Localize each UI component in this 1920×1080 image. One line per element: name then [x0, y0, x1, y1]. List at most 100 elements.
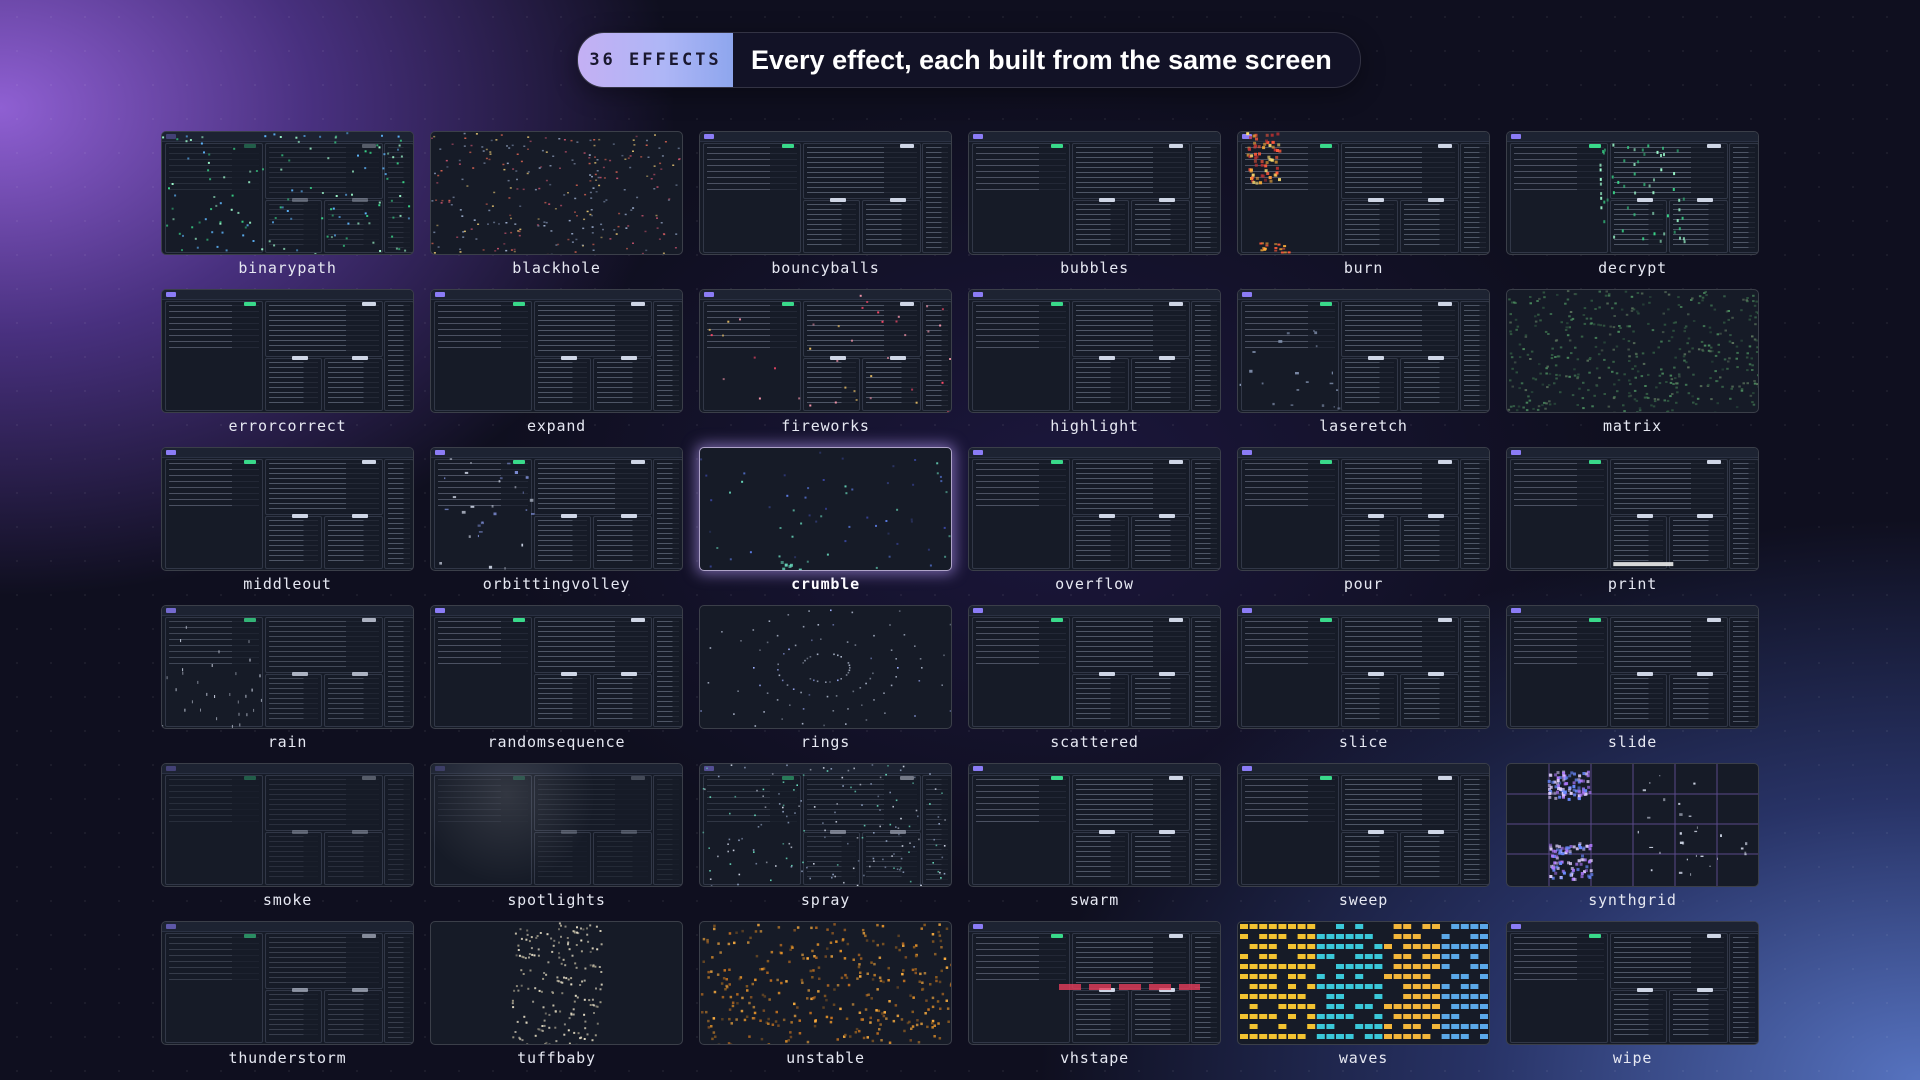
effect-preview-binarypath[interactable]	[161, 131, 414, 255]
effect-particle	[949, 623, 951, 626]
effect-tile-bubbles[interactable]: bubbles	[968, 131, 1221, 289]
effect-particle	[1678, 871, 1683, 874]
effect-preview-fireworks[interactable]	[699, 289, 952, 413]
wave-block	[1412, 1014, 1421, 1019]
effect-particle	[836, 984, 840, 987]
screen-accent	[1242, 292, 1252, 297]
effect-preview-burn[interactable]	[1237, 131, 1490, 255]
effect-particle	[1530, 350, 1534, 353]
effect-particle	[1753, 382, 1757, 385]
effect-tile-pour[interactable]: pour	[1237, 447, 1490, 605]
effect-particle	[1556, 771, 1560, 775]
effect-tile-sweep[interactable]: sweep	[1237, 763, 1490, 921]
effect-preview-errorcorrect[interactable]	[161, 289, 414, 413]
effect-tile-crumble[interactable]: crumble	[699, 447, 952, 605]
effect-particle	[859, 975, 862, 978]
effect-tile-spotlights[interactable]: spotlights	[430, 763, 683, 921]
effect-tile-thunderstorm[interactable]: thunderstorm	[161, 921, 414, 1079]
effect-preview-pour[interactable]	[1237, 447, 1490, 571]
effect-preview-slice[interactable]	[1237, 605, 1490, 729]
effect-preview-rings[interactable]	[699, 605, 952, 729]
effect-preview-highlight[interactable]	[968, 289, 1221, 413]
effect-preview-decrypt[interactable]	[1506, 131, 1759, 255]
effect-preview-synthgrid[interactable]	[1506, 763, 1759, 887]
effect-tile-tuffbaby[interactable]: tuffbaby	[430, 921, 683, 1079]
effect-tile-swarm[interactable]: swarm	[968, 763, 1221, 921]
effect-particle	[1751, 335, 1754, 338]
effect-preview-matrix[interactable]	[1506, 289, 1759, 413]
effect-tile-unstable[interactable]: unstable	[699, 921, 952, 1079]
effect-particle	[940, 946, 943, 949]
effect-particle	[570, 1012, 573, 1015]
screen-accent	[621, 830, 637, 834]
effect-preview-middleout[interactable]	[161, 447, 414, 571]
effect-tile-randomsequence[interactable]: randomsequence	[430, 605, 683, 763]
effect-preview-waves[interactable]	[1237, 921, 1490, 1045]
screen-pane-b2	[324, 358, 383, 411]
effect-preview-bubbles[interactable]	[968, 131, 1221, 255]
effect-particle	[931, 1019, 935, 1023]
effect-tile-waves[interactable]: waves	[1237, 921, 1490, 1079]
effect-tile-orbittingvolley[interactable]: orbittingvolley	[430, 447, 683, 605]
effect-tile-slice[interactable]: slice	[1237, 605, 1490, 763]
effect-preview-vhstape[interactable]	[968, 921, 1221, 1045]
effect-preview-scattered[interactable]	[968, 605, 1221, 729]
effect-preview-overflow[interactable]	[968, 447, 1221, 571]
effect-tile-middleout[interactable]: middleout	[161, 447, 414, 605]
effect-tile-burn[interactable]: burn	[1237, 131, 1490, 289]
effect-tile-binarypath[interactable]: binarypath	[161, 131, 414, 289]
effect-tile-synthgrid[interactable]: synthgrid	[1506, 763, 1759, 921]
effect-tile-slide[interactable]: slide	[1506, 605, 1759, 763]
effect-tile-decrypt[interactable]: decrypt	[1506, 131, 1759, 289]
effect-preview-tuffbaby[interactable]	[430, 921, 683, 1045]
effect-tile-wipe[interactable]: wipe	[1506, 921, 1759, 1079]
effect-preview-unstable[interactable]	[699, 921, 952, 1045]
effect-preview-crumble[interactable]	[699, 447, 952, 571]
effect-preview-print[interactable]	[1506, 447, 1759, 571]
effect-preview-wipe[interactable]	[1506, 921, 1759, 1045]
effect-tile-highlight[interactable]: highlight	[968, 289, 1221, 447]
effect-preview-smoke[interactable]	[161, 763, 414, 887]
effect-tile-rain[interactable]: rain	[161, 605, 414, 763]
effect-tile-blackhole[interactable]: blackhole	[430, 131, 683, 289]
effect-preview-laseretch[interactable]	[1237, 289, 1490, 413]
effect-preview-bouncyballs[interactable]	[699, 131, 952, 255]
effect-particle	[912, 996, 915, 999]
effect-tile-vhstape[interactable]: vhstape	[968, 921, 1221, 1079]
effect-preview-swarm[interactable]	[968, 763, 1221, 887]
effect-preview-spray[interactable]	[699, 763, 952, 887]
effect-particle	[1642, 303, 1645, 306]
effect-tile-bouncyballs[interactable]: bouncyballs	[699, 131, 952, 289]
effect-tile-overflow[interactable]: overflow	[968, 447, 1221, 605]
effect-particle	[482, 249, 485, 251]
effect-preview-orbittingvolley[interactable]	[430, 447, 683, 571]
effect-preview-spotlights[interactable]	[430, 763, 683, 887]
effect-preview-blackhole[interactable]	[430, 131, 683, 255]
effect-preview-sweep[interactable]	[1237, 763, 1490, 887]
effect-preview-slide[interactable]	[1506, 605, 1759, 729]
effect-tile-fireworks[interactable]: fireworks	[699, 289, 952, 447]
effect-preview-randomsequence[interactable]	[430, 605, 683, 729]
effect-particle	[1575, 862, 1579, 866]
effect-preview-rain[interactable]	[161, 605, 414, 729]
effect-tile-smoke[interactable]: smoke	[161, 763, 414, 921]
effect-particle	[568, 219, 571, 222]
text-lines	[269, 621, 379, 669]
effect-tile-spray[interactable]: spray	[699, 763, 952, 921]
effect-tile-expand[interactable]: expand	[430, 289, 683, 447]
effect-particle	[1686, 858, 1688, 861]
effect-tile-rings[interactable]: rings	[699, 605, 952, 763]
effect-particle	[1554, 871, 1558, 875]
effect-particle	[784, 563, 788, 567]
effect-tile-print[interactable]: print	[1506, 447, 1759, 605]
effect-preview-thunderstorm[interactable]	[161, 921, 414, 1045]
effect-tile-laseretch[interactable]: laseretch	[1237, 289, 1490, 447]
effect-particle	[511, 144, 514, 147]
wave-block	[1259, 924, 1268, 929]
effect-particle	[564, 964, 567, 967]
effect-preview-expand[interactable]	[430, 289, 683, 413]
effect-tile-matrix[interactable]: matrix	[1506, 289, 1759, 447]
effect-tile-errorcorrect[interactable]: errorcorrect	[161, 289, 414, 447]
effect-particle	[769, 979, 773, 982]
effect-tile-scattered[interactable]: scattered	[968, 605, 1221, 763]
